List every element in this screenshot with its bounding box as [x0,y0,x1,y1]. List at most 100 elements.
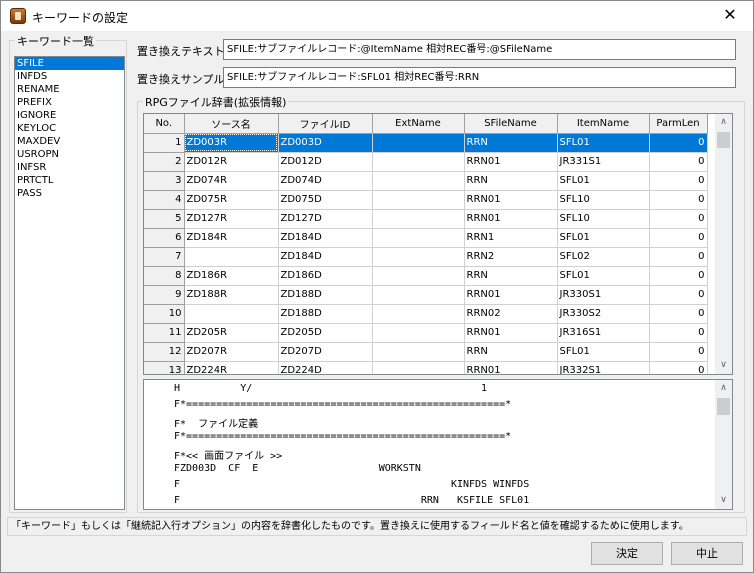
grid-cell[interactable]: JR332S1 [557,361,650,374]
grid-cell[interactable]: 0 [649,190,708,210]
grid-cell[interactable] [372,190,465,210]
grid-cell[interactable] [372,323,465,343]
keyword-item[interactable]: USROPN [15,148,124,161]
keyword-item[interactable]: PREFIX [15,96,124,109]
rpg-dictionary-grid[interactable]: No. ソース名 ファイルID ExtName SFileName ItemName Par… [143,113,733,375]
grid-cell[interactable]: ZD224D [278,361,373,374]
grid-cell[interactable]: 0 [649,285,708,305]
grid-cell[interactable]: ZD205R [184,323,279,343]
keyword-item[interactable]: INFDS [15,70,124,83]
grid-cell[interactable]: ZD207R [184,342,279,362]
grid-cell[interactable]: RRN01 [464,209,558,229]
column-header[interactable]: ソース名 [184,114,279,134]
close-icon[interactable]: ✕ [707,1,753,31]
keyword-item[interactable]: IGNORE [15,109,124,122]
grid-cell[interactable]: 0 [649,361,708,374]
grid-cell[interactable]: ZD127R [184,209,279,229]
grid-cell[interactable]: SFL01 [557,133,650,153]
grid-cell[interactable]: ZD075R [184,190,279,210]
grid-cell[interactable]: ZD207D [278,342,373,362]
grid-cell[interactable]: RRN01 [464,285,558,305]
grid-cell[interactable]: RRN [464,133,558,153]
keyword-item[interactable]: PASS [15,187,124,200]
grid-cell[interactable] [372,209,465,229]
grid-cell[interactable]: 0 [649,323,708,343]
scroll-up-icon[interactable]: ∧ [715,380,732,397]
keyword-item[interactable]: MAXDEV [15,135,124,148]
grid-cell[interactable]: JR330S2 [557,304,650,324]
grid-cell[interactable]: ZD186D [278,266,373,286]
grid-cell[interactable]: RRN [464,342,558,362]
grid-cell[interactable]: 0 [649,304,708,324]
table-row[interactable]: 5 ZD127R ZD127D RRN01 SFL10 0 [144,209,708,229]
table-row[interactable]: 8 ZD186R ZD186D RRN SFL01 0 [144,266,708,286]
scroll-down-icon[interactable]: ∨ [715,492,732,509]
grid-cell[interactable]: ZD188R [184,285,279,305]
grid-cell[interactable]: ZD184R [184,228,279,248]
grid-cell[interactable]: 0 [649,228,708,248]
grid-cell[interactable]: ZD184D [278,247,373,267]
cancel-button[interactable]: 中止 [671,542,743,565]
grid-cell[interactable]: ZD188D [278,285,373,305]
grid-cell[interactable]: SFL10 [557,209,650,229]
grid-cell[interactable]: SFL01 [557,171,650,191]
grid-cell[interactable] [372,342,465,362]
grid-cell[interactable] [372,247,465,267]
grid-cell[interactable]: RRN [464,171,558,191]
column-header[interactable]: ParmLen [649,114,708,134]
keyword-item[interactable]: PRTCTL [15,174,124,187]
grid-cell[interactable]: ZD188D [278,304,373,324]
grid-cell[interactable] [184,247,279,267]
keyword-item[interactable]: KEYLOC [15,122,124,135]
grid-cell[interactable]: JR331S1 [557,152,650,172]
grid-cell[interactable]: RRN01 [464,152,558,172]
table-row[interactable]: 11 ZD205R ZD205D RRN01 JR316S1 0 [144,323,708,343]
grid-cell[interactable] [372,361,465,374]
keyword-item[interactable]: INFSR [15,161,124,174]
grid-cell[interactable]: ZD186R [184,266,279,286]
source-viewer[interactable]: ∧ ∨ H Y/ 1 F*============================… [143,379,733,510]
grid-cell[interactable]: SFL10 [557,190,650,210]
scroll-down-icon[interactable]: ∨ [715,357,732,374]
grid-cell[interactable] [372,304,465,324]
grid-cell[interactable] [184,304,279,324]
grid-cell[interactable]: ZD074D [278,171,373,191]
source-vertical-scrollbar[interactable]: ∧ ∨ [715,380,732,509]
column-header[interactable]: ExtName [372,114,465,134]
grid-cell[interactable]: 0 [649,342,708,362]
grid-cell[interactable]: 0 [649,247,708,267]
grid-cell[interactable]: 0 [649,171,708,191]
grid-cell[interactable]: RRN [464,266,558,286]
grid-cell[interactable]: JR316S1 [557,323,650,343]
table-row[interactable]: 6 ZD184R ZD184D RRN1 SFL01 0 [144,228,708,248]
grid-cell[interactable]: ZD205D [278,323,373,343]
column-header[interactable]: SFileName [464,114,558,134]
grid-cell[interactable] [372,266,465,286]
grid-cell[interactable]: SFL01 [557,266,650,286]
ok-button[interactable]: 決定 [591,542,663,565]
grid-cell[interactable]: ZD075D [278,190,373,210]
replace-sample-field[interactable]: SFILE:サブファイルレコード:SFL01 相対REC番号:RRN [223,67,736,88]
table-row[interactable]: 7 ZD184D RRN2 SFL02 0 [144,247,708,267]
table-row[interactable]: 9 ZD188R ZD188D RRN01 JR330S1 0 [144,285,708,305]
grid-cell[interactable]: RRN2 [464,247,558,267]
grid-cell[interactable] [372,228,465,248]
grid-cell[interactable]: 0 [649,152,708,172]
grid-cell[interactable]: RRN02 [464,304,558,324]
grid-cell[interactable]: ZD184D [278,228,373,248]
scroll-thumb[interactable] [717,132,730,148]
grid-cell[interactable] [372,171,465,191]
grid-cell[interactable]: RRN01 [464,361,558,374]
grid-cell[interactable]: ZD003R [184,133,279,153]
keyword-item[interactable]: RENAME [15,83,124,96]
table-row[interactable]: 4 ZD075R ZD075D RRN01 SFL10 0 [144,190,708,210]
grid-cell[interactable]: SFL01 [557,342,650,362]
scroll-up-icon[interactable]: ∧ [715,114,732,131]
grid-cell[interactable]: 0 [649,209,708,229]
grid-cell[interactable] [372,152,465,172]
table-row[interactable]: 3 ZD074R ZD074D RRN SFL01 0 [144,171,708,191]
keyword-item[interactable]: SFILE [15,57,124,70]
column-header[interactable]: ファイルID [278,114,373,134]
grid-cell[interactable] [372,285,465,305]
table-row[interactable]: 13 ZD224R ZD224D RRN01 JR332S1 0 [144,361,708,374]
